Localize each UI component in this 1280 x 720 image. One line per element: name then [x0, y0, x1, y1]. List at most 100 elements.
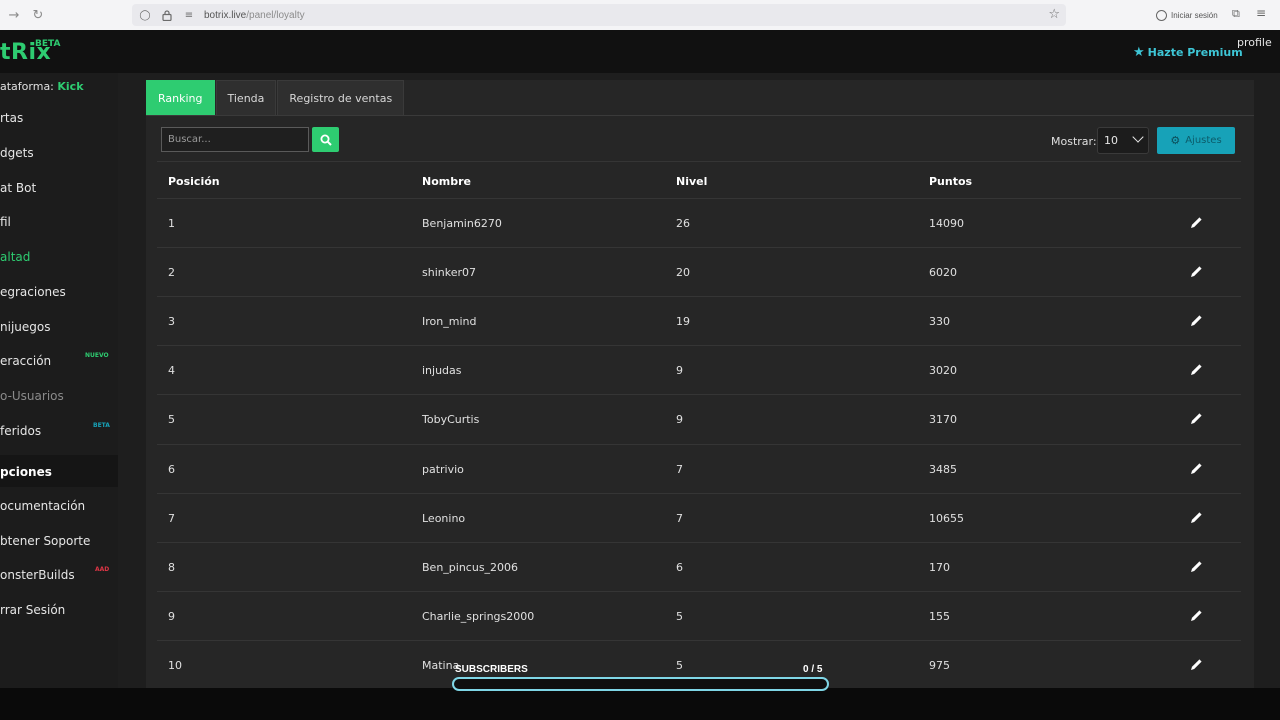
profile-link[interactable]: profile: [1237, 36, 1272, 49]
url-bar[interactable]: ◯ ≡ botrix.live/panel/loyalty ☆: [132, 4, 1066, 26]
column-header-nivel[interactable]: Nivel: [676, 175, 707, 188]
cell-nombre: Charlie_springs2000: [422, 609, 535, 623]
table-row-divider: [157, 541, 1241, 543]
bottom-strip: [0, 688, 1280, 720]
premium-link[interactable]: ★ Hazte Premium: [1133, 45, 1243, 60]
sidebar-item-super-usuarios[interactable]: o-Usuarios: [0, 389, 64, 403]
cell-posicion: 10: [168, 658, 182, 672]
url-host: botrix.live: [204, 9, 247, 21]
cell-posicion: 4: [168, 364, 175, 378]
show-select[interactable]: 10: [1097, 127, 1149, 154]
settings-label: Ajustes: [1185, 135, 1222, 146]
forward-arrow-icon[interactable]: →: [2, 3, 26, 27]
subscribers-count: 0 / 5: [803, 664, 823, 675]
account-icon: [1156, 9, 1167, 21]
search-button[interactable]: [312, 127, 339, 152]
table-row-divider: [157, 443, 1241, 445]
signin-label: Iniciar sesión: [1171, 10, 1218, 20]
column-header-posicion[interactable]: Posición: [168, 175, 220, 188]
cell-nombre: Iron_mind: [422, 315, 477, 329]
cell-nombre: shinker07: [422, 266, 476, 280]
cell-nombre: Matina: [422, 658, 460, 672]
cell-puntos: 10655: [929, 511, 964, 525]
lock-icon[interactable]: [160, 8, 174, 22]
cell-puntos: 155: [929, 609, 950, 623]
column-header-puntos[interactable]: Puntos: [929, 175, 972, 188]
cell-nombre: TobyCurtis: [422, 413, 480, 427]
table-row-divider: [157, 198, 1241, 199]
sidebar-item-cerrar-sesion[interactable]: rrar Sesión: [0, 603, 65, 617]
signin-button[interactable]: Iniciar sesión: [1152, 6, 1222, 24]
tab-tienda[interactable]: Tienda: [215, 80, 277, 115]
sidebar-item-lealtad[interactable]: altad: [0, 250, 30, 264]
edit-pencil-icon[interactable]: [1189, 658, 1203, 672]
cell-nivel: 9: [676, 413, 683, 427]
cell-nivel: 7: [676, 462, 683, 476]
gears-icon: ⚙: [1170, 134, 1181, 147]
edit-pencil-icon[interactable]: [1189, 511, 1203, 525]
edit-pencil-icon[interactable]: [1189, 560, 1203, 574]
edit-pencil-icon[interactable]: [1189, 609, 1203, 623]
table-row-divider: [157, 590, 1241, 592]
cell-nivel: 9: [676, 364, 683, 378]
cell-posicion: 2: [168, 266, 175, 280]
url-path: /panel/loyalty: [246, 9, 305, 21]
chevron-down-icon: [1132, 131, 1144, 143]
cell-nivel: 6: [676, 560, 683, 574]
sidebar-item-soporte[interactable]: btener Soporte: [0, 534, 90, 548]
sidebar-item-chat-bot[interactable]: at Bot: [0, 181, 36, 195]
column-header-nombre[interactable]: Nombre: [422, 175, 471, 188]
subscribers-progress-bar: [452, 677, 829, 691]
sidebar-item-monsterbuilds[interactable]: onsterBuilds: [0, 568, 75, 582]
cell-nivel: 5: [676, 609, 683, 623]
url-text[interactable]: botrix.live/panel/loyalty: [204, 10, 305, 21]
sidebar-item-integraciones[interactable]: egraciones: [0, 285, 66, 299]
table-row-divider: [157, 345, 1241, 347]
edit-pencil-icon[interactable]: [1189, 314, 1203, 328]
edit-pencil-icon[interactable]: [1189, 363, 1203, 377]
table-row-divider: [157, 296, 1241, 298]
cell-nivel: 26: [676, 217, 690, 230]
subscribers-label: SUBSCRIBERS: [455, 664, 528, 675]
table-top-border: [157, 161, 1241, 162]
sidebar-item-alertas[interactable]: rtas: [0, 111, 23, 125]
reload-icon[interactable]: ↻: [26, 3, 50, 27]
sidebar-item-widgets[interactable]: dgets: [0, 146, 34, 160]
logo-beta-badge: BETA: [35, 39, 61, 49]
cell-posicion: 6: [168, 462, 175, 476]
edit-pencil-icon[interactable]: [1189, 412, 1203, 426]
edit-pencil-icon[interactable]: [1189, 265, 1203, 279]
bookmark-star-icon[interactable]: ☆: [1048, 7, 1060, 22]
shield-icon[interactable]: ◯: [138, 8, 152, 22]
cell-puntos: 3485: [929, 462, 957, 476]
platform-label: ataforma:: [0, 80, 54, 93]
loyalty-panel: [146, 80, 1254, 688]
menu-icon[interactable]: ≡: [1256, 6, 1266, 20]
extensions-icon[interactable]: ⧉: [1232, 7, 1240, 21]
search-input[interactable]: [161, 127, 309, 152]
show-label: Mostrar:: [1051, 135, 1097, 148]
sidebar-item-documentacion[interactable]: ocumentación: [0, 499, 85, 513]
tab-divider: [146, 115, 1254, 116]
cell-puntos: 14090: [929, 217, 964, 230]
star-icon: ★: [1133, 45, 1145, 60]
tab-registro-ventas[interactable]: Registro de ventas: [277, 80, 405, 115]
table-row-divider: [157, 639, 1241, 641]
sidebar-item-referidos[interactable]: feridos: [0, 424, 41, 438]
cell-puntos: 3170: [929, 413, 957, 427]
cell-puntos: 6020: [929, 266, 957, 280]
sidebar-item-moderacion[interactable]: eracción: [0, 354, 51, 368]
sidebar: [0, 73, 118, 688]
page-settings-icon[interactable]: ≡: [182, 8, 196, 22]
cell-nivel: 5: [676, 658, 683, 672]
browser-toolbar: → ↻ ◯ ≡ botrix.live/panel/loyalty ☆ Inic…: [0, 0, 1280, 30]
sidebar-item-minijuegos[interactable]: nijuegos: [0, 320, 50, 334]
cell-nombre: patrivio: [422, 462, 464, 476]
tab-ranking[interactable]: Ranking: [146, 80, 215, 115]
edit-pencil-icon[interactable]: [1189, 462, 1203, 476]
edit-pencil-icon[interactable]: [1189, 216, 1203, 230]
sidebar-item-perfil[interactable]: fil: [0, 215, 11, 229]
cell-nombre: Ben_pincus_2006: [422, 560, 519, 574]
settings-button[interactable]: ⚙ Ajustes: [1157, 127, 1235, 154]
beta-badge: BETA: [93, 422, 110, 429]
